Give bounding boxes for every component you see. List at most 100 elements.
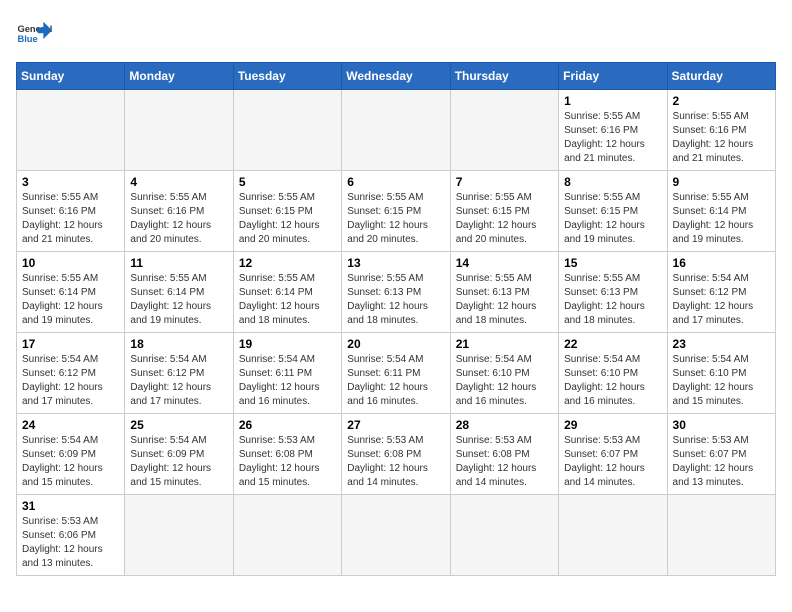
calendar-cell: 5 Sunrise: 5:55 AM Sunset: 6:15 PM Daylig… [233,171,341,252]
day-number: 27 [347,418,444,432]
calendar-cell: 4 Sunrise: 5:55 AM Sunset: 6:16 PM Daylig… [125,171,233,252]
day-number: 10 [22,256,119,270]
day-info: Sunrise: 5:54 AM Sunset: 6:12 PM Dayligh… [673,272,770,328]
day-number: 21 [456,337,553,351]
calendar-cell: 25 Sunrise: 5:54 AM Sunset: 6:09 PM Dayli… [125,414,233,495]
day-info: Sunrise: 5:53 AM Sunset: 6:07 PM Dayligh… [564,434,661,490]
day-number: 14 [456,256,553,270]
calendar-week-4: 17 Sunrise: 5:54 AM Sunset: 6:12 PM Dayli… [17,333,776,414]
day-number: 16 [673,256,770,270]
day-number: 30 [673,418,770,432]
calendar-cell: 14 Sunrise: 5:55 AM Sunset: 6:13 PM Dayli… [450,252,558,333]
calendar-cell: 17Sunrise: 5:54 AM Sunset: 6:12 PM Dayli… [17,333,125,414]
day-info: Sunrise: 5:54 AM Sunset: 6:09 PM Dayligh… [130,434,227,490]
calendar-table: SundayMondayTuesdayWednesdayThursdayFrid… [16,62,776,576]
calendar-week-5: 24Sunrise: 5:54 AM Sunset: 6:09 PM Dayli… [17,414,776,495]
weekday-header-monday: Monday [125,63,233,90]
calendar-cell: 31Sunrise: 5:53 AM Sunset: 6:06 PM Dayli… [17,495,125,576]
day-info: Sunrise: 5:54 AM Sunset: 6:09 PM Dayligh… [22,434,119,490]
day-number: 7 [456,175,553,189]
day-info: Sunrise: 5:53 AM Sunset: 6:08 PM Dayligh… [456,434,553,490]
calendar-cell [559,495,667,576]
day-info: Sunrise: 5:55 AM Sunset: 6:13 PM Dayligh… [347,272,444,328]
calendar-week-2: 3 Sunrise: 5:55 AM Sunset: 6:16 PM Daylig… [17,171,776,252]
day-info: Sunrise: 5:55 AM Sunset: 6:14 PM Dayligh… [130,272,227,328]
calendar-cell: 7 Sunrise: 5:55 AM Sunset: 6:15 PM Daylig… [450,171,558,252]
calendar-cell: 22 Sunrise: 5:54 AM Sunset: 6:10 PM Dayli… [559,333,667,414]
weekday-header-friday: Friday [559,63,667,90]
day-info: Sunrise: 5:55 AM Sunset: 6:13 PM Dayligh… [564,272,661,328]
day-info: Sunrise: 5:55 AM Sunset: 6:15 PM Dayligh… [239,191,336,247]
day-info: Sunrise: 5:55 AM Sunset: 6:14 PM Dayligh… [673,191,770,247]
calendar-cell [233,90,341,171]
calendar-cell: 6 Sunrise: 5:55 AM Sunset: 6:15 PM Daylig… [342,171,450,252]
day-info: Sunrise: 5:54 AM Sunset: 6:10 PM Dayligh… [456,353,553,409]
day-number: 4 [130,175,227,189]
day-info: Sunrise: 5:55 AM Sunset: 6:15 PM Dayligh… [456,191,553,247]
calendar-cell: 12 Sunrise: 5:55 AM Sunset: 6:14 PM Dayli… [233,252,341,333]
day-number: 8 [564,175,661,189]
calendar-cell [125,90,233,171]
calendar-cell: 29Sunrise: 5:53 AM Sunset: 6:07 PM Dayli… [559,414,667,495]
calendar-cell [450,495,558,576]
day-info: Sunrise: 5:54 AM Sunset: 6:10 PM Dayligh… [564,353,661,409]
calendar-cell [125,495,233,576]
calendar-cell [233,495,341,576]
day-info: Sunrise: 5:55 AM Sunset: 6:15 PM Dayligh… [564,191,661,247]
calendar-cell: 2 Sunrise: 5:55 AM Sunset: 6:16 PM Daylig… [667,90,775,171]
calendar-week-1: 1 Sunrise: 5:55 AM Sunset: 6:16 PM Daylig… [17,90,776,171]
calendar-cell: 30Sunrise: 5:53 AM Sunset: 6:07 PM Dayli… [667,414,775,495]
weekday-header-sunday: Sunday [17,63,125,90]
day-info: Sunrise: 5:55 AM Sunset: 6:14 PM Dayligh… [22,272,119,328]
day-number: 22 [564,337,661,351]
day-number: 3 [22,175,119,189]
day-number: 1 [564,94,661,108]
day-info: Sunrise: 5:55 AM Sunset: 6:16 PM Dayligh… [130,191,227,247]
weekday-header-tuesday: Tuesday [233,63,341,90]
day-number: 11 [130,256,227,270]
day-info: Sunrise: 5:55 AM Sunset: 6:16 PM Dayligh… [673,110,770,166]
calendar-cell: 15 Sunrise: 5:55 AM Sunset: 6:13 PM Dayli… [559,252,667,333]
day-number: 17 [22,337,119,351]
day-info: Sunrise: 5:54 AM Sunset: 6:11 PM Dayligh… [239,353,336,409]
calendar-cell: 3 Sunrise: 5:55 AM Sunset: 6:16 PM Daylig… [17,171,125,252]
day-number: 25 [130,418,227,432]
calendar-cell [342,90,450,171]
day-number: 2 [673,94,770,108]
weekday-header-saturday: Saturday [667,63,775,90]
calendar-cell: 1Sunrise: 5:55 AM Sunset: 6:16 PM Daylig… [559,90,667,171]
day-number: 9 [673,175,770,189]
day-info: Sunrise: 5:55 AM Sunset: 6:16 PM Dayligh… [22,191,119,247]
day-info: Sunrise: 5:53 AM Sunset: 6:08 PM Dayligh… [347,434,444,490]
calendar-cell: 13 Sunrise: 5:55 AM Sunset: 6:13 PM Dayli… [342,252,450,333]
calendar-cell: 21 Sunrise: 5:54 AM Sunset: 6:10 PM Dayli… [450,333,558,414]
day-number: 6 [347,175,444,189]
weekday-header-wednesday: Wednesday [342,63,450,90]
day-number: 12 [239,256,336,270]
page-header: General Blue [16,16,776,52]
day-number: 5 [239,175,336,189]
day-number: 23 [673,337,770,351]
calendar-cell: 18Sunrise: 5:54 AM Sunset: 6:12 PM Dayli… [125,333,233,414]
day-number: 26 [239,418,336,432]
day-info: Sunrise: 5:55 AM Sunset: 6:15 PM Dayligh… [347,191,444,247]
calendar-cell: 28 Sunrise: 5:53 AM Sunset: 6:08 PM Dayli… [450,414,558,495]
day-number: 13 [347,256,444,270]
calendar-cell [17,90,125,171]
calendar-cell [450,90,558,171]
day-number: 28 [456,418,553,432]
weekday-header-thursday: Thursday [450,63,558,90]
day-info: Sunrise: 5:55 AM Sunset: 6:13 PM Dayligh… [456,272,553,328]
day-info: Sunrise: 5:55 AM Sunset: 6:14 PM Dayligh… [239,272,336,328]
day-number: 19 [239,337,336,351]
calendar-cell: 23Sunrise: 5:54 AM Sunset: 6:10 PM Dayli… [667,333,775,414]
logo: General Blue [16,16,52,52]
day-info: Sunrise: 5:53 AM Sunset: 6:06 PM Dayligh… [22,515,119,571]
day-info: Sunrise: 5:54 AM Sunset: 6:12 PM Dayligh… [130,353,227,409]
day-number: 15 [564,256,661,270]
calendar-cell: 11 Sunrise: 5:55 AM Sunset: 6:14 PM Dayli… [125,252,233,333]
day-info: Sunrise: 5:54 AM Sunset: 6:11 PM Dayligh… [347,353,444,409]
calendar-cell: 20 Sunrise: 5:54 AM Sunset: 6:11 PM Dayli… [342,333,450,414]
calendar-week-3: 10 Sunrise: 5:55 AM Sunset: 6:14 PM Dayli… [17,252,776,333]
day-number: 20 [347,337,444,351]
